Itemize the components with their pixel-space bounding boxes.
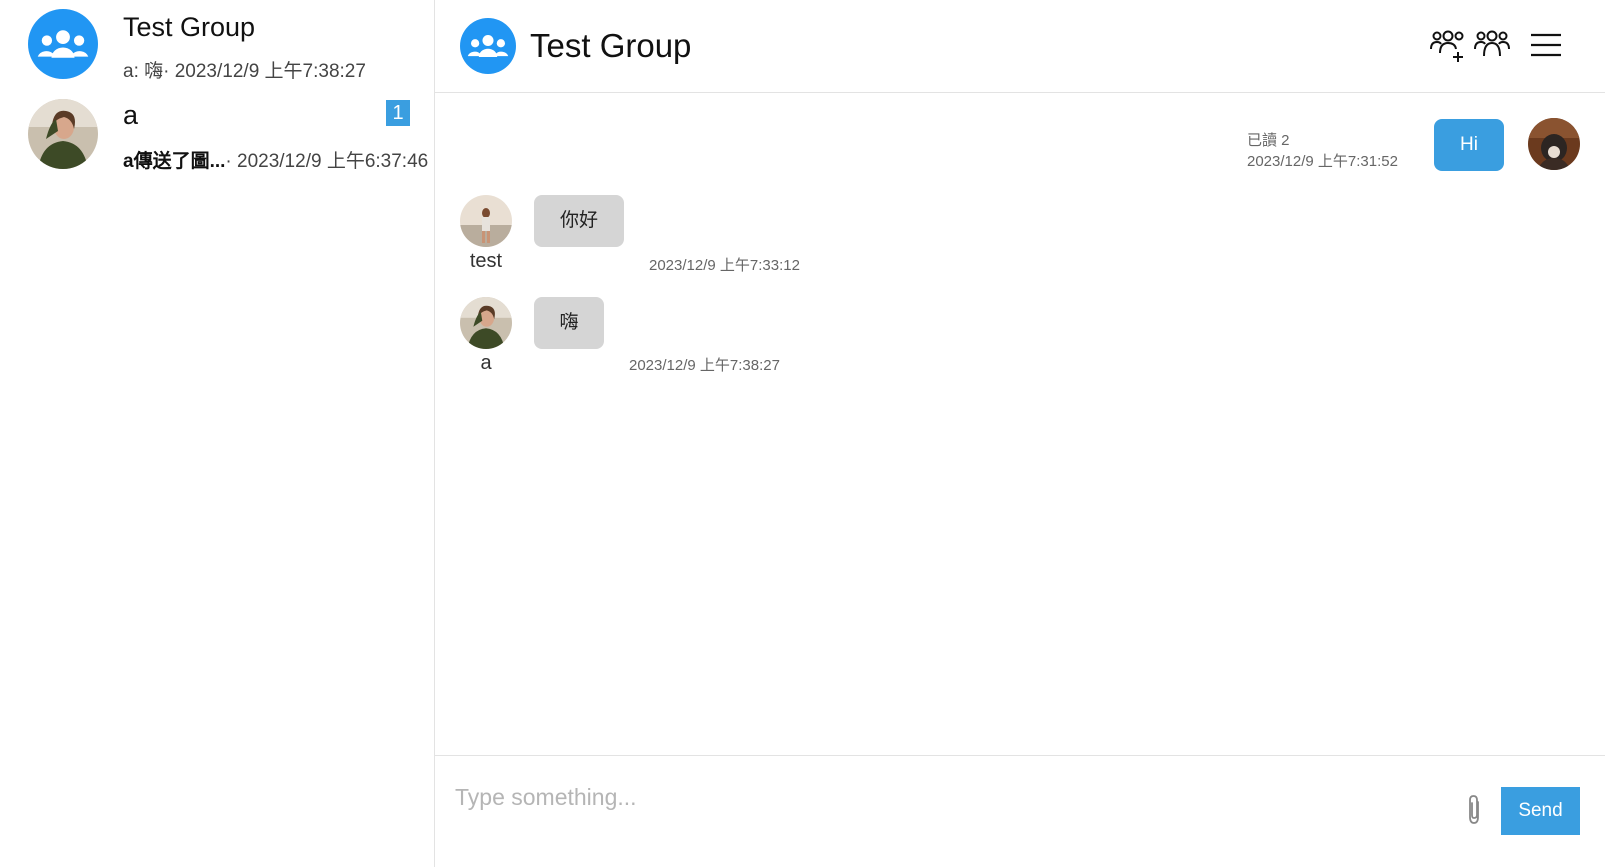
sender-name: a [480,352,492,374]
avatar [460,297,512,349]
message-timestamp: 2023/12/9 上午7:31:52 [1247,153,1398,170]
message-timestamp: 2023/12/9 上午7:33:12 [649,257,800,274]
chat-header: Test Group [435,0,1605,93]
message-list: 已讀 2 2023/12/9 上午7:31:52 Hi test 你好 2023… [435,94,1605,754]
outgoing-message-bubble[interactable]: Hi [1434,119,1504,171]
conversation-preview: a: 嗨· 2023/12/9 上午7:38:27 [123,61,366,82]
group-icon [460,18,516,74]
avatar [460,195,512,247]
conversation-sidebar: Test Group a: 嗨· 2023/12/9 上午7:38:27 a a… [0,0,435,867]
message-timestamp: 2023/12/9 上午7:38:27 [629,357,780,374]
conversation-name: Test Group [123,12,256,42]
incoming-message-bubble[interactable]: 你好 [534,195,624,247]
conversation-item-a[interactable]: a a傳送了圖...· 2023/12/9 上午6:37:46 1 [0,90,434,178]
avatar [1528,118,1580,170]
sender-name: test [469,250,503,272]
message-meta: 已讀 2 2023/12/9 上午7:31:52 [1247,130,1398,172]
conversation-preview: a傳送了圖...· 2023/12/9 上午6:37:46 [123,146,428,173]
preview-time: · 2023/12/9 上午6:37:46 [225,151,429,172]
group-avatar-icon [28,9,98,79]
conversation-item-test-group[interactable]: Test Group a: 嗨· 2023/12/9 上午7:38:27 [0,0,434,88]
chat-title: Test Group [530,27,692,64]
members-icon[interactable] [1472,25,1512,65]
avatar [28,99,98,169]
message-composer: Send [435,755,1605,867]
unread-badge: 1 [386,100,410,126]
incoming-message-bubble[interactable]: 嗨 [534,297,604,349]
message-input[interactable] [455,774,1435,820]
add-member-icon[interactable] [1428,25,1468,65]
read-receipt: 已讀 2 [1247,132,1290,149]
conversation-name: a [123,100,139,130]
menu-icon[interactable] [1526,25,1566,65]
paperclip-icon[interactable] [1463,793,1485,827]
preview-bold: a傳送了圖... [123,151,226,172]
send-button[interactable]: Send [1501,787,1580,835]
